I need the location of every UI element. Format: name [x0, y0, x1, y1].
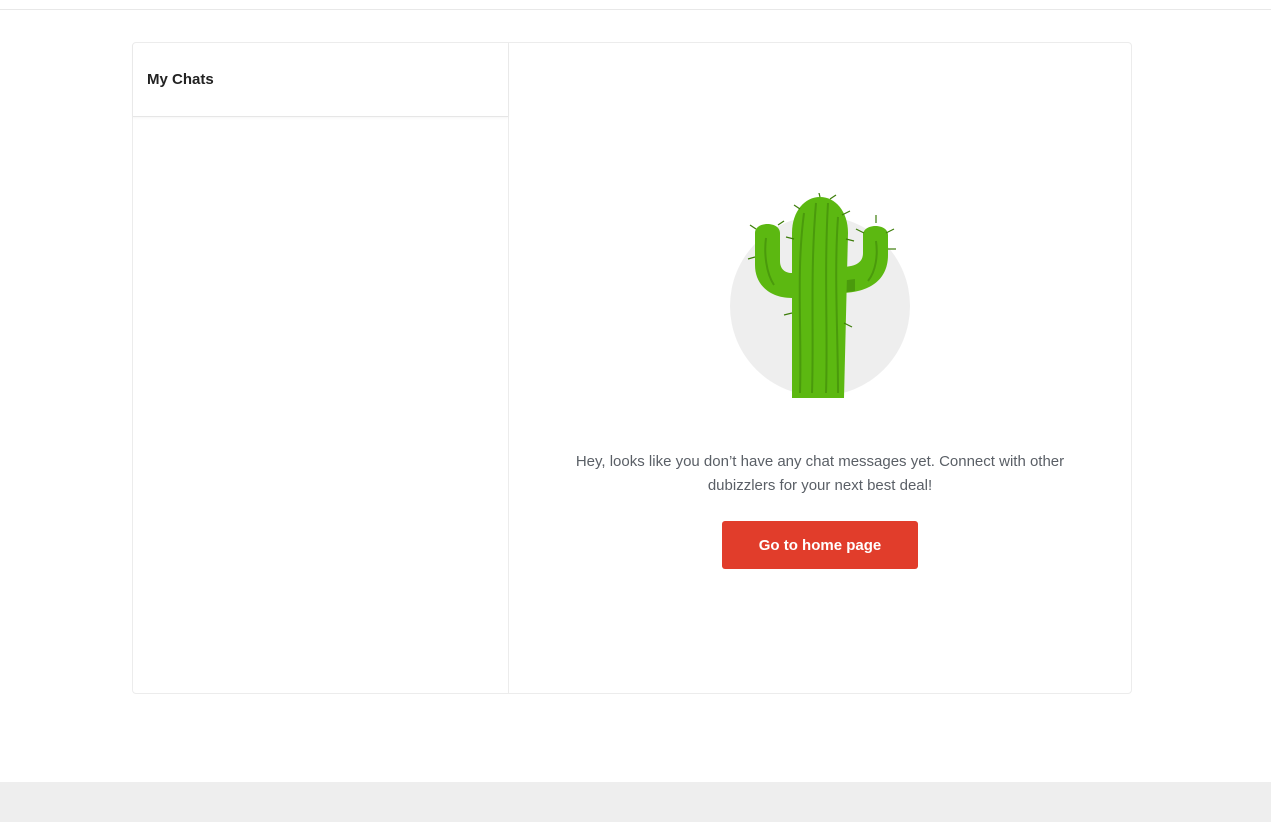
footer	[0, 782, 1271, 822]
go-to-home-button[interactable]: Go to home page	[722, 521, 918, 569]
chat-panel: My Chats Hey, looks like you don’t have …	[132, 42, 1132, 694]
chat-list-sidebar: My Chats	[133, 43, 509, 693]
empty-chat-state: Hey, looks like you don’t have any chat …	[509, 43, 1131, 693]
header-divider	[0, 9, 1271, 10]
chat-list-items[interactable]	[133, 117, 508, 693]
chat-list-title: My Chats	[147, 71, 214, 88]
chat-list-header: My Chats	[133, 43, 508, 117]
empty-state-message: Hey, looks like you don’t have any chat …	[575, 453, 1065, 494]
cactus-icon	[730, 193, 910, 398]
